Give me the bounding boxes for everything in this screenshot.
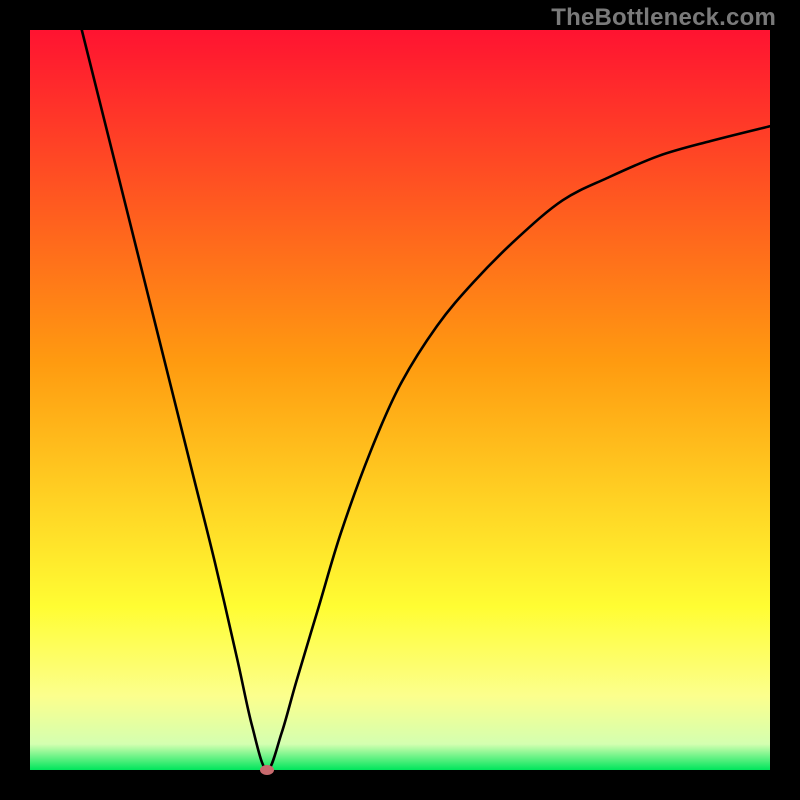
plot-area: [30, 30, 770, 770]
minimum-marker: [260, 765, 274, 775]
chart-frame: TheBottleneck.com: [0, 0, 800, 800]
watermark-text: TheBottleneck.com: [551, 4, 776, 32]
bottleneck-curve: [30, 30, 770, 770]
